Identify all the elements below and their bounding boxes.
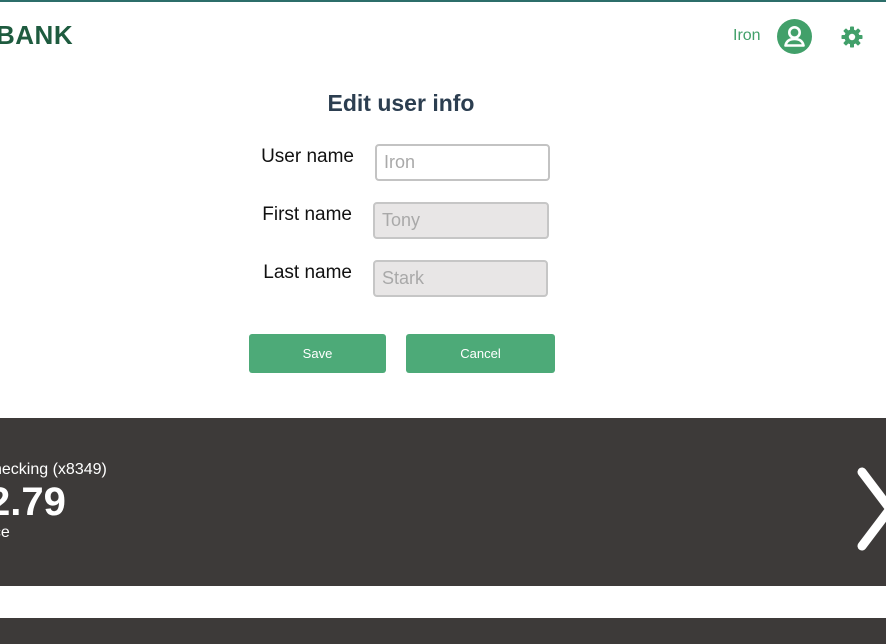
gear-icon[interactable] <box>840 25 864 49</box>
bank-logo[interactable]: BANK <box>0 20 73 51</box>
first-name-label: First name <box>262 204 352 225</box>
header: BANK Iron <box>0 2 886 72</box>
account-card <box>0 618 886 644</box>
first-name-field <box>373 202 549 239</box>
last-name-field <box>373 260 548 297</box>
divider <box>0 586 886 618</box>
username-label: User name <box>261 146 354 167</box>
account-card: hecking (x8349) 2.79 nce <box>0 418 886 586</box>
account-balance: 2.79 <box>0 480 66 524</box>
save-button[interactable]: Save <box>249 334 386 373</box>
username-link[interactable]: Iron <box>733 27 761 45</box>
last-name-label: Last name <box>263 262 352 283</box>
page-title: Edit user info <box>327 90 475 116</box>
user-circle-icon[interactable] <box>777 19 812 54</box>
account-name: hecking (x8349) <box>0 461 107 478</box>
username-field[interactable] <box>375 144 550 181</box>
account-balance-label: nce <box>0 524 10 541</box>
chevron-right-icon[interactable] <box>848 466 886 552</box>
cancel-button[interactable]: Cancel <box>406 334 555 373</box>
